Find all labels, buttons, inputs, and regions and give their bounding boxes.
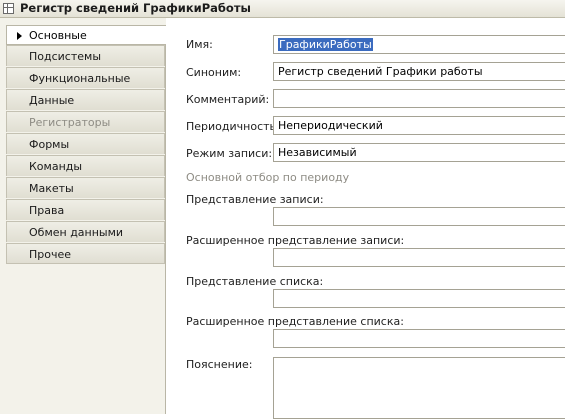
- comment-input[interactable]: [273, 89, 565, 108]
- explanation-textarea[interactable]: [273, 357, 565, 419]
- sidebar-item-label: Макеты: [29, 182, 74, 195]
- sidebar-item-label: Основные: [29, 29, 87, 42]
- sidebar-divider: [165, 42, 166, 414]
- sidebar-item-commands[interactable]: Команды: [6, 155, 165, 176]
- sidebar-item-subsystems[interactable]: Подсистемы: [6, 45, 165, 66]
- window-title: Регистр сведений ГрафикиРаботы: [20, 1, 251, 15]
- sidebar-item-label: Обмен данными: [29, 226, 124, 239]
- sidebar-item-label: Подсистемы: [29, 50, 102, 63]
- triangle-right-icon: [17, 32, 22, 40]
- sidebar-item-label: Регистраторы: [29, 116, 111, 129]
- ext-list-presentation-input[interactable]: [273, 329, 565, 348]
- register-table-icon: [3, 3, 14, 14]
- ext-record-presentation-input[interactable]: [273, 248, 565, 267]
- sidebar-item-other[interactable]: Прочее: [6, 243, 165, 264]
- record-presentation-input[interactable]: [273, 207, 565, 226]
- list-presentation-label: Представление списка:: [186, 275, 324, 288]
- write-mode-label: Режим записи:: [186, 147, 273, 160]
- synonym-input[interactable]: Регистр сведений Графики работы: [273, 62, 565, 81]
- list-presentation-input[interactable]: [273, 289, 565, 308]
- comment-label: Комментарий:: [186, 93, 270, 106]
- sidebar-item-templates[interactable]: Макеты: [6, 177, 165, 198]
- sidebar-item-forms[interactable]: Формы: [6, 133, 165, 154]
- explanation-label: Пояснение:: [186, 358, 253, 371]
- sidebar-item-rights[interactable]: Права: [6, 199, 165, 220]
- sidebar-item-registrars: Регистраторы: [6, 111, 165, 132]
- name-label: Имя:: [186, 38, 213, 51]
- synonym-input-value: Регистр сведений Графики работы: [278, 65, 483, 78]
- sidebar-item-label: Данные: [29, 94, 75, 107]
- ext-record-presentation-label: Расширенное представление записи:: [186, 234, 405, 247]
- synonym-label: Синоним:: [186, 66, 242, 79]
- write-mode-select-value: Независимый: [278, 146, 357, 159]
- periodicity-select[interactable]: Непериодический: [273, 116, 565, 135]
- sidebar-item-data[interactable]: Данные: [6, 89, 165, 110]
- periodicity-select-value: Непериодический: [278, 119, 383, 132]
- write-mode-select[interactable]: Независимый: [273, 143, 565, 162]
- window-title-bar: Регистр сведений ГрафикиРаботы: [0, 0, 565, 18]
- period-filter-checkbox-label: Основной отбор по периоду: [186, 171, 350, 184]
- sidebar-item-functional-options[interactable]: Функциональные опции: [6, 67, 165, 98]
- sidebar-item-data-exchange[interactable]: Обмен данными: [6, 221, 165, 242]
- periodicity-label: Периодичность:: [186, 120, 280, 133]
- ext-list-presentation-label: Расширенное представление списка:: [186, 315, 404, 328]
- sidebar-item-label: Формы: [29, 138, 70, 151]
- sidebar-item-basic[interactable]: Основные: [6, 25, 166, 45]
- sidebar-item-label: Прочее: [29, 248, 72, 261]
- record-presentation-label: Представление записи:: [186, 193, 324, 206]
- name-input[interactable]: ГрафикиРаботы: [273, 35, 565, 54]
- sidebar-item-label: Команды: [29, 160, 83, 173]
- name-input-value: ГрафикиРаботы: [278, 38, 373, 51]
- sidebar-item-label: Права: [29, 204, 65, 217]
